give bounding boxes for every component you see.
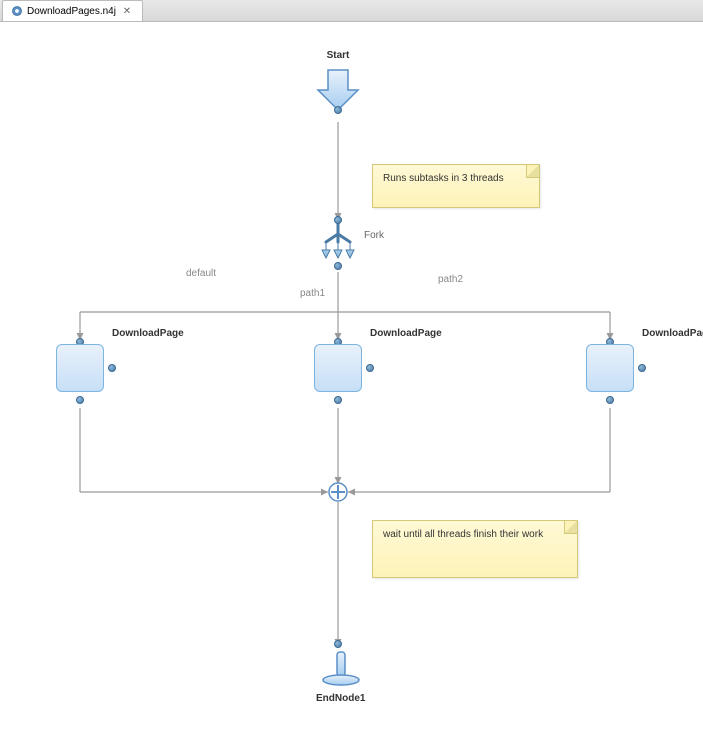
note-join[interactable]: wait until all threads finish their work bbox=[372, 520, 578, 578]
end-label: EndNode1 bbox=[316, 693, 365, 704]
dl1-label: DownloadPage bbox=[112, 328, 184, 339]
tab-active[interactable]: DownloadPages.n4j ✕ bbox=[2, 0, 143, 21]
note-fork[interactable]: Runs subtasks in 3 threads bbox=[372, 164, 540, 208]
close-icon[interactable]: ✕ bbox=[120, 4, 134, 18]
fork-label: Fork bbox=[364, 230, 384, 241]
edge-path1-label: path1 bbox=[300, 288, 325, 299]
dl2-label: DownloadPage bbox=[370, 328, 442, 339]
fork-icon bbox=[318, 222, 358, 262]
start-label: Start bbox=[327, 50, 350, 61]
start-node[interactable]: Start bbox=[313, 50, 363, 118]
diagram-canvas[interactable]: Start Runs subtasks in 3 threads Fork de… bbox=[0, 22, 703, 743]
dl3-label: DownloadPage bbox=[642, 328, 703, 339]
note-text: Runs subtasks in 3 threads bbox=[383, 173, 504, 184]
tab-bar: DownloadPages.n4j ✕ bbox=[0, 0, 703, 22]
fork-node[interactable]: Fork bbox=[318, 222, 358, 265]
tab-title: DownloadPages.n4j bbox=[27, 6, 116, 17]
end-node[interactable]: EndNode1 bbox=[316, 646, 365, 704]
end-icon bbox=[319, 646, 363, 686]
note-text-2: wait until all threads finish their work bbox=[383, 529, 543, 540]
join-icon bbox=[328, 482, 348, 502]
workflow-file-icon bbox=[11, 5, 23, 17]
edge-default-label: default bbox=[186, 268, 216, 279]
join-node[interactable] bbox=[328, 482, 348, 505]
edge-path2-label: path2 bbox=[438, 274, 463, 285]
